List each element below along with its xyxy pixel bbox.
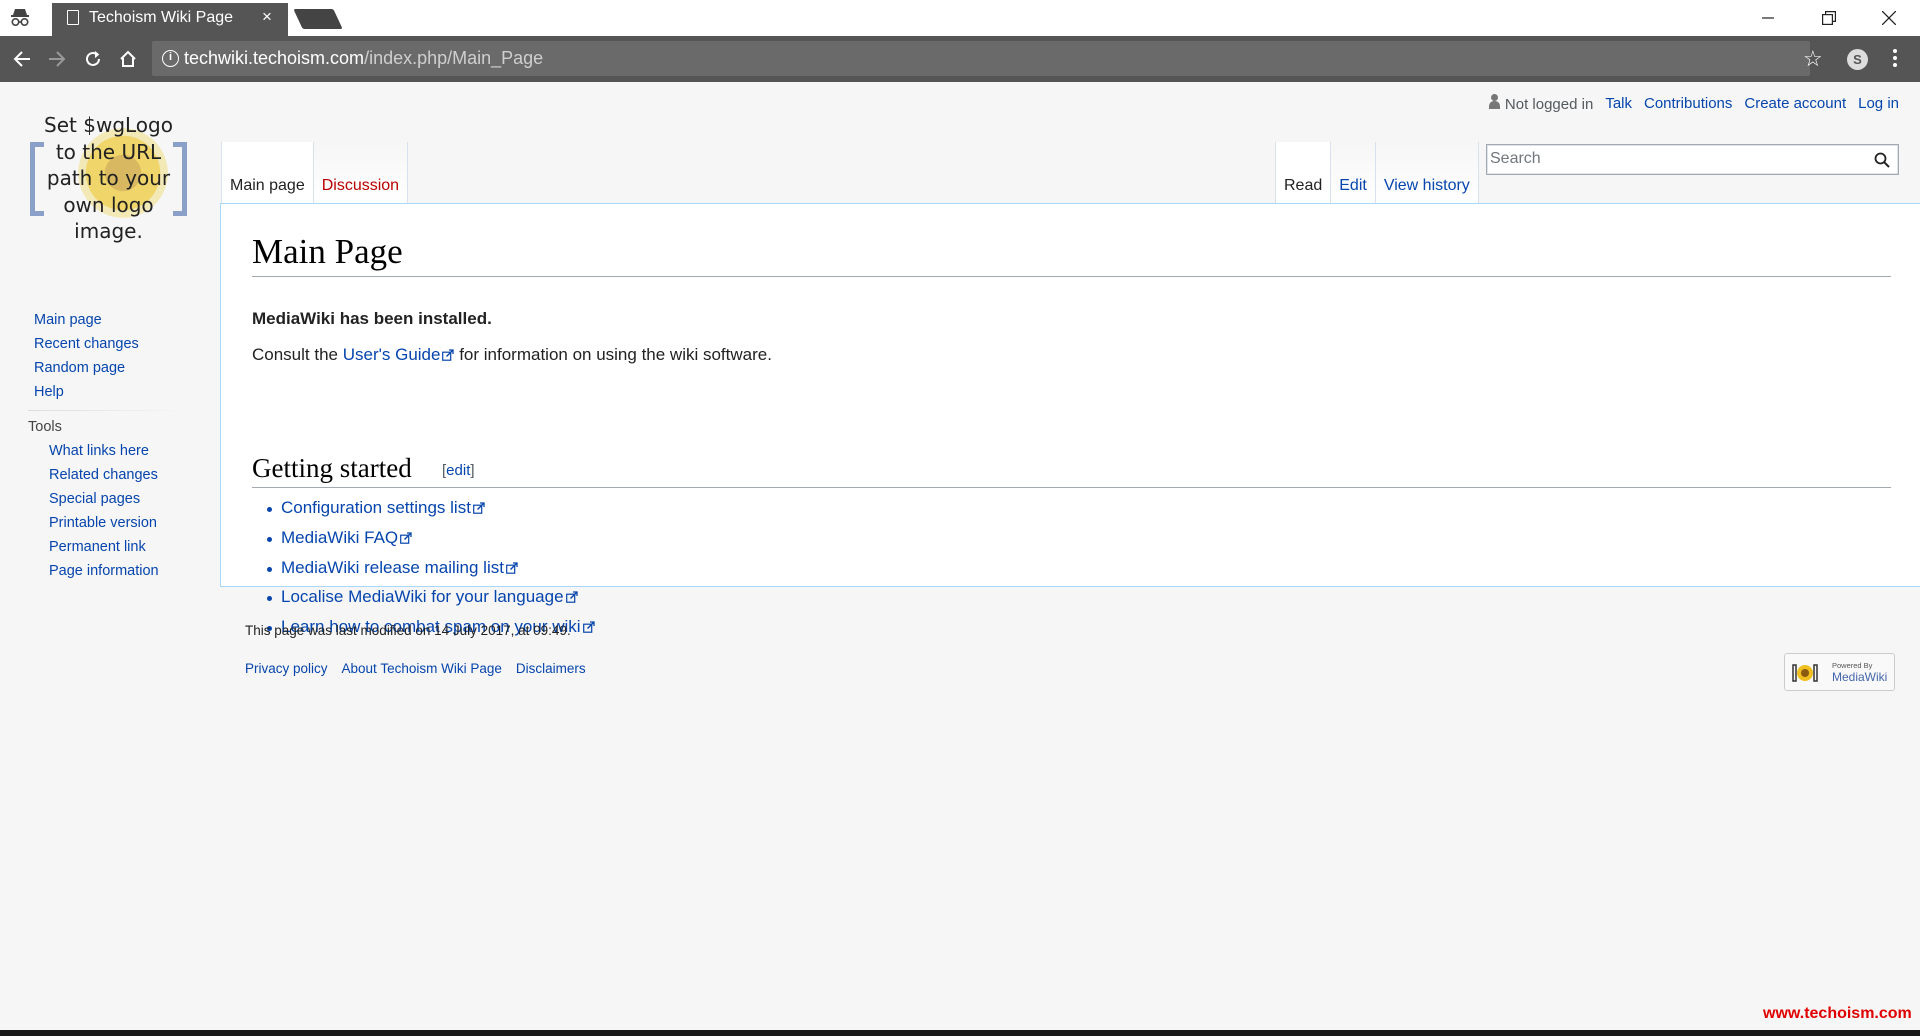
browser-titlebar: Techoism Wiki Page × <box>0 0 1920 36</box>
info-icon[interactable]: i <box>162 50 179 67</box>
mediawiki-label: MediaWiki <box>1832 670 1888 684</box>
tab-title[interactable]: Techoism Wiki Page <box>89 9 233 27</box>
url-host: techwiki.techoism.com <box>184 48 365 68</box>
search-box <box>1486 144 1899 175</box>
tab-edit[interactable]: Edit <box>1331 142 1376 204</box>
tools-heading: Tools <box>28 419 62 435</box>
section-edit: [edit] <box>442 462 475 479</box>
arrow-right-icon <box>49 51 66 67</box>
back-button[interactable] <box>9 46 35 72</box>
logo-placeholder-text: Set $wgLogo to the URL path to your own … <box>44 113 173 243</box>
arrow-left-icon <box>13 51 30 67</box>
sidebar-item-what-links-here[interactable]: What links here <box>49 439 186 463</box>
reload-icon <box>86 51 100 66</box>
contributions-link[interactable]: Contributions <box>1644 95 1732 112</box>
localise-mediawiki-link[interactable]: Localise MediaWiki for your language <box>281 587 564 606</box>
wiki-logo[interactable]: Set $wgLogo to the URL path to your own … <box>26 112 191 247</box>
create-account-link[interactable]: Create account <box>1744 95 1846 112</box>
new-tab-button[interactable] <box>293 9 343 29</box>
browser-toolbar: i techwiki.techoism.com/index.php/Main_P… <box>0 36 1920 82</box>
external-link-icon <box>442 349 455 361</box>
tab-read[interactable]: Read <box>1275 142 1332 204</box>
address-url[interactable]: techwiki.techoism.com/index.php/Main_Pag… <box>184 48 543 69</box>
skype-extension-icon[interactable]: S <box>1847 49 1868 70</box>
sidebar-item-special-pages[interactable]: Special pages <box>49 487 186 511</box>
getting-started-list: Configuration settings list MediaWiki FA… <box>267 493 595 642</box>
powered-by-label: Powered By <box>1832 661 1873 670</box>
list-item: MediaWiki FAQ <box>267 523 595 553</box>
sidebar-item-recent-changes[interactable]: Recent changes <box>34 332 186 356</box>
talk-link[interactable]: Talk <box>1605 95 1632 112</box>
external-link-icon <box>400 532 412 544</box>
sidebar-item-permanent-link[interactable]: Permanent link <box>49 535 186 559</box>
section-title: Getting started <box>252 453 412 483</box>
installed-notice: MediaWiki has been installed. <box>252 309 492 328</box>
disclaimers-link[interactable]: Disclaimers <box>516 661 586 676</box>
sidebar-item-random-page[interactable]: Random page <box>34 356 186 380</box>
close-window-button[interactable] <box>1866 4 1912 32</box>
list-item: Localise MediaWiki for your language <box>267 582 595 612</box>
privacy-policy-link[interactable]: Privacy policy <box>245 661 328 676</box>
site-watermark: www.techoism.com <box>1763 1005 1912 1022</box>
last-modified: This page was last modified on 14 July 2… <box>245 623 571 638</box>
list-item: MediaWiki release mailing list <box>267 553 595 583</box>
tools-list: What links here Related changes Special … <box>49 439 186 583</box>
sidebar-item-main-page[interactable]: Main page <box>34 308 186 332</box>
consult-paragraph: Consult the User's Guide for information… <box>252 345 772 364</box>
url-path: /index.php/Main_Page <box>364 48 544 68</box>
configuration-settings-link[interactable]: Configuration settings list <box>281 498 471 517</box>
minimize-icon <box>1762 17 1774 19</box>
external-link-icon <box>506 561 518 574</box>
home-icon <box>120 50 136 67</box>
bookmark-star-icon[interactable]: ☆ <box>1803 48 1823 70</box>
release-mailing-list-link[interactable]: MediaWiki release mailing list <box>281 558 504 577</box>
sidebar-item-help[interactable]: Help <box>34 380 186 404</box>
page-favicon-icon <box>67 10 79 25</box>
browser-menu-icon[interactable] <box>1893 49 1897 69</box>
powered-by-mediawiki-badge[interactable]: Powered By MediaWiki <box>1784 653 1895 691</box>
sidebar-item-related-changes[interactable]: Related changes <box>49 463 186 487</box>
sidebar-item-page-information[interactable]: Page information <box>49 559 186 583</box>
user-icon <box>1488 94 1500 109</box>
external-link-icon <box>565 591 578 604</box>
external-link-icon <box>582 621 595 633</box>
user-status: Not logged in <box>1488 94 1593 113</box>
page-title: Main Page <box>252 230 1891 277</box>
users-guide-link[interactable]: User's Guide <box>343 345 441 364</box>
tab-main-page[interactable]: Main page <box>221 142 314 204</box>
tab-discussion[interactable]: Discussion <box>313 142 409 204</box>
section-heading: Getting started [edit] <box>252 450 1891 488</box>
sidebar-item-printable-version[interactable]: Printable version <box>49 511 186 535</box>
list-item: Configuration settings list <box>267 493 595 523</box>
section-edit-link[interactable]: edit <box>446 462 470 479</box>
search-input[interactable] <box>1487 145 1857 173</box>
minimize-button[interactable] <box>1745 4 1791 32</box>
close-icon <box>1882 11 1896 25</box>
restore-button[interactable] <box>1806 4 1852 32</box>
reload-button[interactable] <box>80 46 106 72</box>
incognito-icon <box>11 9 29 27</box>
personal-tools: Not logged in Talk Contributions Create … <box>1488 94 1899 113</box>
restore-icon <box>1822 11 1836 25</box>
wiki-page: Not logged in Talk Contributions Create … <box>0 82 1920 1030</box>
taskbar-strip <box>0 1030 1920 1036</box>
home-button[interactable] <box>115 46 141 72</box>
namespace-tabs: Main page Discussion <box>221 142 409 204</box>
about-link[interactable]: About Techoism Wiki Page <box>342 661 502 676</box>
log-in-link[interactable]: Log in <box>1858 95 1899 112</box>
content-area: Main Page MediaWiki has been installed. … <box>220 203 1920 636</box>
footer-links: Privacy policy About Techoism Wiki Page … <box>245 661 586 676</box>
external-link-icon <box>473 502 485 514</box>
view-tabs: Read Edit View history <box>1275 142 1479 204</box>
forward-button[interactable] <box>44 46 70 72</box>
tab-close-icon[interactable]: × <box>262 7 272 27</box>
tab-view-history[interactable]: View history <box>1375 142 1479 204</box>
address-bar[interactable]: i techwiki.techoism.com/index.php/Main_P… <box>152 41 1810 76</box>
sidebar-divider <box>28 410 186 411</box>
mediawiki-faq-link[interactable]: MediaWiki FAQ <box>281 528 398 547</box>
search-icon[interactable] <box>1874 152 1890 168</box>
sidebar: Main page Recent changes Random page Hel… <box>28 308 186 583</box>
mediawiki-logo-icon <box>1792 664 1818 682</box>
